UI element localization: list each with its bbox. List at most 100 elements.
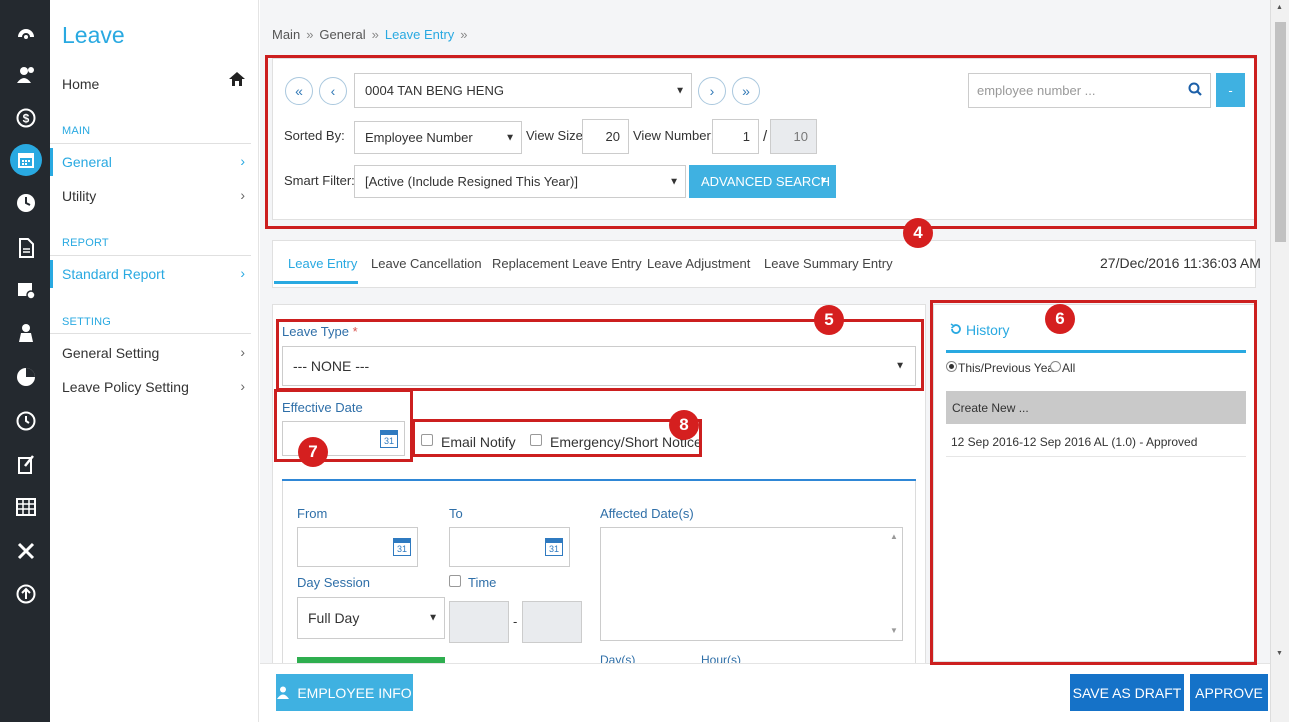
edit-doc-icon[interactable]: [13, 451, 39, 477]
sidebar-item-leave-policy-setting[interactable]: Leave Policy Setting ›: [50, 373, 251, 401]
employee-info-button[interactable]: EMPLOYEE INFO: [276, 674, 413, 711]
sidebar-item-label: General Setting: [62, 345, 160, 361]
employee-select[interactable]: 0004 TAN BENG HENG ▼: [354, 73, 692, 108]
day-session-select[interactable]: Full Day ▼: [297, 597, 445, 639]
previous-employee-button[interactable]: ‹: [319, 77, 347, 105]
next-employee-button[interactable]: ›: [698, 77, 726, 105]
radio-this-previous-year-label: This/Previous Year: [958, 361, 1059, 375]
first-employee-button[interactable]: «: [285, 77, 313, 105]
history-underline: [946, 350, 1246, 353]
module-sidebar: Leave Home MAIN General › Utility › REPO…: [50, 0, 259, 722]
tab-leave-cancellation[interactable]: Leave Cancellation: [371, 256, 482, 271]
collapse-button[interactable]: -: [1216, 73, 1245, 107]
sidebar-item-home[interactable]: Home: [50, 70, 251, 98]
time-start-input[interactable]: [449, 601, 509, 643]
calendar-icon[interactable]: [10, 144, 42, 176]
view-size-value: 20: [605, 129, 620, 144]
chevron-right-icon: ›: [240, 378, 245, 394]
save-as-draft-button[interactable]: SAVE AS DRAFT: [1070, 674, 1184, 711]
emergency-notice-checkbox[interactable]: [530, 434, 542, 446]
leave-type-label-text: Leave Type: [282, 324, 349, 339]
user-icon[interactable]: [13, 320, 39, 346]
view-number-total: 10: [770, 119, 817, 154]
create-new-button[interactable]: Create New ...: [946, 391, 1246, 424]
scroll-down-icon[interactable]: ▼: [890, 626, 898, 635]
time-checkbox[interactable]: [449, 575, 461, 587]
calendar-icon[interactable]: 31: [545, 538, 563, 556]
dashboard-icon[interactable]: [13, 20, 39, 46]
calendar-alert-icon[interactable]: [13, 277, 39, 303]
annotation-marker-4: 4: [903, 218, 933, 248]
caret-down-icon: ▼: [669, 176, 679, 187]
scroll-thumb[interactable]: [1275, 22, 1286, 242]
email-notify-label: Email Notify: [441, 434, 516, 450]
email-notify-checkbox[interactable]: [421, 434, 433, 446]
sidebar-item-general[interactable]: General ›: [50, 148, 251, 176]
calendar-day: 31: [396, 543, 407, 554]
tab-leave-adjustment[interactable]: Leave Adjustment: [647, 256, 750, 271]
view-number-label: View Number:: [633, 128, 715, 143]
radio-all[interactable]: [1050, 361, 1061, 372]
scroll-down-icon[interactable]: ▼: [1276, 650, 1283, 657]
annotation-marker-7: 7: [298, 437, 328, 467]
leave-type-label: Leave Type *: [282, 324, 358, 339]
tools-icon[interactable]: [13, 538, 39, 564]
chevron-right-icon: ›: [240, 187, 245, 203]
timer-icon[interactable]: [13, 408, 39, 434]
last-employee-button[interactable]: »: [732, 77, 760, 105]
page-scrollbar[interactable]: ▲ ▼: [1270, 0, 1289, 722]
table-icon[interactable]: [13, 494, 39, 520]
breadcrumb-separator-icon: »: [306, 27, 314, 42]
employee-search-input[interactable]: employee number ...: [968, 73, 1211, 108]
sorted-by-select[interactable]: Employee Number ▼: [354, 121, 522, 154]
caret-down-icon: ▼: [505, 132, 515, 143]
document-icon[interactable]: [13, 235, 39, 261]
user-icon: [277, 686, 290, 699]
section-setting: SETTING: [62, 316, 112, 328]
smart-filter-value: [Active (Include Resigned This Year)]: [365, 174, 578, 189]
breadcrumb: Main » General » Leave Entry »: [272, 27, 468, 42]
effective-date-label: Effective Date: [282, 400, 363, 415]
breadcrumb-main[interactable]: Main: [272, 27, 300, 42]
smart-filter-select[interactable]: [Active (Include Resigned This Year)] ▼: [354, 165, 686, 198]
caret-down-icon: ▼: [895, 360, 905, 372]
calendar-icon[interactable]: 31: [393, 538, 411, 556]
time-end-input[interactable]: [522, 601, 582, 643]
advanced-search-button[interactable]: ADVANCED SEARCH ▼: [689, 165, 836, 198]
sidebar-item-standard-report[interactable]: Standard Report ›: [50, 260, 251, 288]
pie-chart-icon[interactable]: [13, 364, 39, 390]
section-report: REPORT: [62, 237, 109, 249]
history-entry[interactable]: 12 Sep 2016-12 Sep 2016 AL (1.0) - Appro…: [951, 435, 1197, 449]
annotation-marker-6: 6: [1045, 304, 1075, 334]
sidebar-item-utility[interactable]: Utility ›: [50, 182, 251, 210]
employee-info-label: EMPLOYEE INFO: [297, 684, 412, 701]
calendar-icon[interactable]: 31: [380, 430, 398, 448]
scroll-up-icon[interactable]: ▲: [1276, 4, 1283, 11]
tab-leave-summary-entry[interactable]: Leave Summary Entry: [764, 256, 893, 271]
view-number-value: 1: [742, 129, 750, 144]
clock-icon[interactable]: [13, 190, 39, 216]
tab-replacement-leave-entry[interactable]: Replacement Leave Entry: [492, 256, 642, 271]
main-content: Main » General » Leave Entry » « ‹ 0004 …: [260, 0, 1270, 722]
breadcrumb-general[interactable]: General: [319, 27, 365, 42]
affected-dates-textarea[interactable]: [600, 527, 903, 641]
approve-button[interactable]: APPROVE: [1190, 674, 1268, 711]
history-icon: [950, 323, 962, 338]
search-icon[interactable]: [1188, 82, 1202, 99]
scroll-up-icon[interactable]: ▲: [890, 532, 898, 541]
leave-type-select[interactable]: --- NONE --- ▼: [282, 346, 916, 386]
view-size-input[interactable]: 20: [582, 119, 629, 154]
radio-this-previous-year[interactable]: [946, 361, 957, 372]
tab-leave-entry[interactable]: Leave Entry: [288, 256, 357, 271]
divider: [50, 255, 251, 256]
sorted-by-value: Employee Number: [365, 130, 473, 145]
dollar-icon[interactable]: $: [13, 105, 39, 131]
view-number-separator: /: [763, 128, 768, 145]
upload-icon[interactable]: [13, 581, 39, 607]
sidebar-item-general-setting[interactable]: General Setting ›: [50, 339, 251, 367]
user-money-icon[interactable]: [13, 62, 39, 88]
view-number-input[interactable]: 1: [712, 119, 759, 154]
sorted-by-label: Sorted By:: [284, 128, 345, 143]
employee-select-value: 0004 TAN BENG HENG: [365, 83, 504, 98]
icon-rail: $: [0, 0, 50, 722]
